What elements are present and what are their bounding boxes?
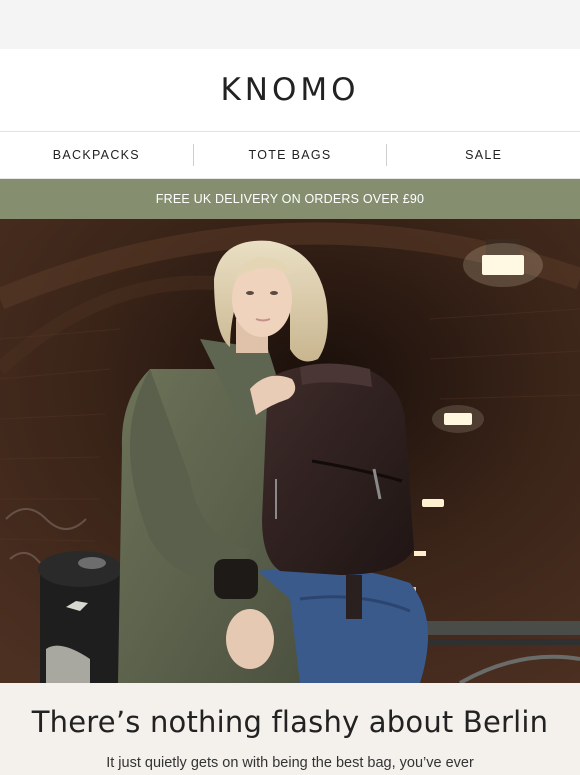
body-text: It just quietly gets on with being the b… (106, 755, 474, 771)
promo-text: FREE UK DELIVERY ON ORDERS OVER £90 (155, 192, 425, 206)
hero-image[interactable] (0, 219, 580, 683)
header: KNOMO (0, 49, 580, 132)
nav-item-tote-bags[interactable]: TOTE BAGS (194, 148, 387, 162)
top-spacer (0, 0, 580, 49)
promo-banner[interactable]: FREE UK DELIVERY ON ORDERS OVER £90 (0, 179, 580, 219)
content-section: There’s nothing flashy about Berlin It j… (0, 683, 580, 775)
hero-illustration (0, 219, 580, 683)
main-nav: BACKPACKS TOTE BAGS SALE (0, 132, 580, 179)
nav-item-sale[interactable]: SALE (387, 148, 580, 162)
brand-logo[interactable]: KNOMO (220, 72, 359, 108)
nav-item-backpacks[interactable]: BACKPACKS (0, 148, 193, 162)
headline: There’s nothing flashy about Berlin (31, 705, 549, 739)
